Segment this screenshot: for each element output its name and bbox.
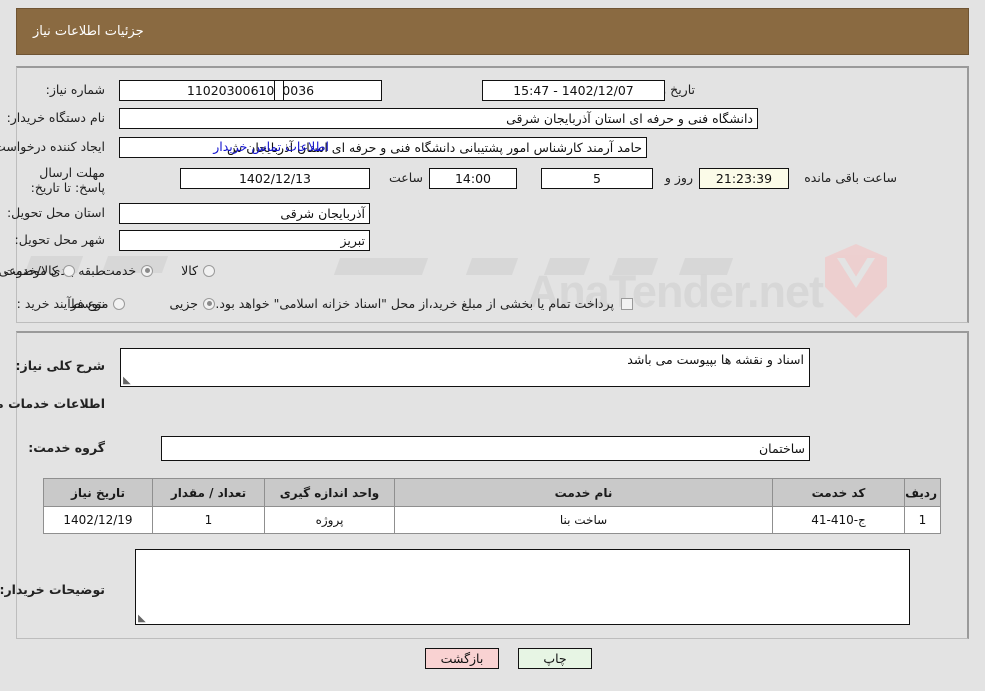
general-desc-field[interactable]: اسناد و نقشه ها بپیوست می باشد ◢	[120, 348, 810, 387]
buyer-org-label-row: نام دستگاه خریدار:	[7, 110, 105, 125]
table-row: 1 ج-410-41 ساخت بنا پروژه 1 1402/12/19	[43, 506, 941, 534]
category-option-khedmat[interactable]: خدمت	[102, 263, 154, 278]
buyer-contact-link[interactable]: اطلاعات تماس خریدار	[213, 139, 329, 154]
radio-icon[interactable]	[113, 297, 126, 310]
general-desc-label: شرح کلی نیاز:	[15, 358, 105, 373]
treasury-checkbox-row[interactable]: پرداخت تمام یا بخشی از مبلغ خرید،از محل …	[215, 296, 633, 311]
category-option-label: خدمت	[102, 263, 137, 278]
need-info-panel	[16, 66, 969, 323]
process-option-motavaset[interactable]: متوسط	[69, 296, 126, 311]
need-number-label-row: شماره نیاز:	[15, 82, 105, 97]
remaining-days-label: روز و	[664, 170, 693, 185]
page-header: جزئیات اطلاعات نیاز	[16, 8, 969, 55]
remaining-days-value: 5	[541, 168, 653, 189]
buyer-notes-label-row: توضیحات خریدار:	[0, 582, 105, 597]
page-title: جزئیات اطلاعات نیاز	[33, 24, 144, 39]
radio-icon[interactable]	[203, 264, 215, 277]
deadline-hour-value: 14:00	[429, 168, 517, 189]
radio-icon[interactable]	[62, 264, 75, 277]
city-label: شهر محل تحویل:	[14, 232, 105, 247]
radio-icon[interactable]	[141, 264, 154, 277]
resize-grip-icon[interactable]: ◢	[123, 375, 132, 386]
table-cell-need-date: 1402/12/19	[43, 506, 153, 534]
back-button[interactable]: بازگشت	[425, 648, 499, 669]
general-desc-label-row: شرح کلی نیاز:	[16, 358, 105, 373]
services-section-title: اطلاعات خدمات مورد نیاز	[0, 396, 105, 411]
province-label-row: استان محل تحویل:	[7, 205, 105, 220]
table-header-cell: کد خدمت	[772, 478, 905, 507]
table-header-cell: تعداد / مقدار	[152, 478, 265, 507]
deadline-label-row: مهلت ارسال پاسخ: تا تاریخ:	[13, 165, 105, 195]
category-option-kala-khedmat[interactable]: کالا/خدمت	[3, 263, 75, 278]
table-header-row: ردیف کد خدمت نام خدمت واحد اندازه گیری ت…	[43, 478, 941, 507]
general-desc-value: اسناد و نقشه ها بپیوست می باشد	[627, 352, 804, 367]
services-section-title-row: اطلاعات خدمات مورد نیاز	[0, 396, 105, 411]
treasury-checkbox-label: پرداخت تمام یا بخشی از مبلغ خرید،از محل …	[215, 296, 614, 311]
city-label-row: شهر محل تحویل:	[15, 232, 105, 247]
table-header-cell: تاریخ نیاز	[43, 478, 153, 507]
buyer-org-value: دانشگاه فنی و حرفه ای استان آذربایجان شر…	[119, 108, 758, 129]
province-label: استان محل تحویل:	[6, 205, 105, 220]
table-cell-service-name: ساخت بنا	[394, 506, 773, 534]
resize-grip-icon[interactable]: ◢	[138, 613, 147, 624]
remaining-suffix-label: ساعت باقی مانده	[804, 170, 897, 185]
deadline-date-value: 1402/12/13	[180, 168, 370, 189]
services-table: ردیف کد خدمت نام خدمت واحد اندازه گیری ت…	[43, 478, 941, 534]
deadline-hour-label: ساعت	[388, 170, 423, 185]
process-options: جزیی متوسط	[69, 296, 215, 311]
table-cell-quantity: 1	[152, 506, 265, 534]
table-header-cell: نام خدمت	[394, 478, 773, 507]
category-option-kala[interactable]: کالا	[181, 263, 215, 278]
buyer-org-label: نام دستگاه خریدار:	[6, 110, 105, 125]
checkbox-icon[interactable]	[621, 297, 633, 310]
service-group-label-row: گروه خدمت:	[28, 440, 105, 455]
table-header-cell: واحد اندازه گیری	[264, 478, 395, 507]
table-cell-unit: پروژه	[264, 506, 395, 534]
category-option-label: کالا	[181, 263, 198, 278]
contact-link-row[interactable]: اطلاعات تماس خریدار	[213, 139, 329, 154]
announce-datetime-value: 1402/12/07 - 15:47	[482, 80, 665, 101]
print-button[interactable]: چاپ	[518, 648, 592, 669]
remaining-time-value: 21:23:39	[699, 168, 789, 189]
buyer-notes-label: توضیحات خریدار:	[0, 582, 105, 597]
creator-value: حامد آرمند کارشناس امور پشتیبانی دانشگاه…	[119, 137, 647, 158]
remaining-suffix-row: ساعت باقی مانده	[804, 170, 897, 185]
city-value: تبریز	[119, 230, 370, 251]
service-group-label: گروه خدمت:	[28, 440, 105, 455]
process-option-label: متوسط	[69, 296, 109, 311]
table-cell-service-code: ج-410-41	[772, 506, 905, 534]
table-header-cell: ردیف	[904, 478, 941, 507]
category-option-label: کالا/خدمت	[3, 263, 58, 278]
need-number-value: 1102030061000036	[119, 80, 382, 101]
page-root: AnaTender.net جزئیات اطلاعات نیاز شماره …	[0, 0, 985, 691]
table-cell-radif: 1	[904, 506, 941, 534]
buyer-notes-field[interactable]: ◢	[135, 549, 910, 625]
radio-icon[interactable]	[203, 297, 215, 310]
need-number-label: شماره نیاز:	[45, 82, 105, 97]
process-option-jozi[interactable]: جزیی	[169, 296, 215, 311]
creator-label: ایجاد کننده درخواست:	[0, 139, 105, 154]
category-options: کالا خدمت کالا/خدمت	[3, 263, 215, 278]
deadline-hour-label-row: ساعت	[389, 170, 423, 185]
remaining-days-label-row: روز و	[665, 170, 693, 185]
process-option-label: جزیی	[169, 296, 198, 311]
province-value: آذربایجان شرقی	[119, 203, 370, 224]
creator-label-row: ایجاد کننده درخواست:	[0, 139, 105, 154]
service-group-value: ساختمان	[161, 436, 810, 461]
deadline-label: مهلت ارسال پاسخ: تا تاریخ:	[30, 165, 105, 195]
